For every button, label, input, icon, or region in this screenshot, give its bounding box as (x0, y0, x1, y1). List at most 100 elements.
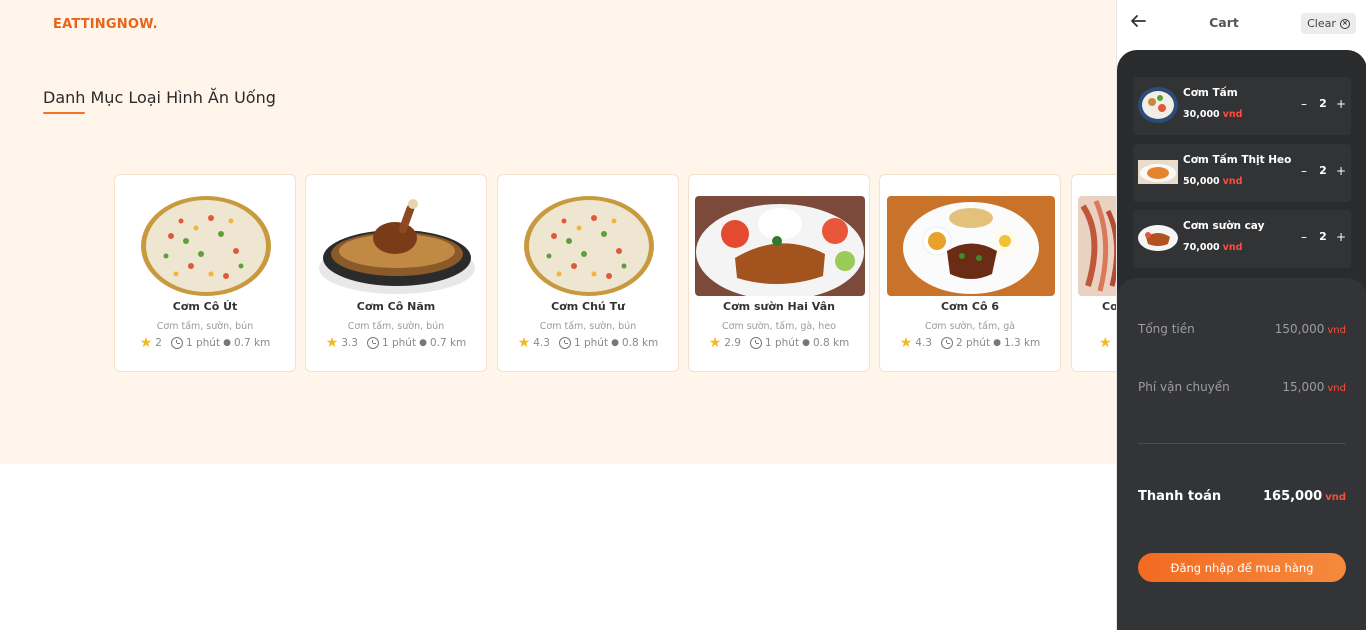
cart-item: Cơm sườn cay 70,000 vnd – 2 + (1133, 210, 1351, 268)
restaurant-card[interactable]: Cơm Cô Năm Cơm tấm, sườn, bún ★ 3.3 1 ph… (305, 174, 487, 372)
clock-icon (366, 337, 379, 349)
restaurant-name: Cơm Chú Tư (551, 300, 625, 313)
currency: vnd (1222, 176, 1243, 187)
cart-item-image (1137, 84, 1179, 126)
restaurant-meta: ★ 3.3 1 phút ● 0.7 km (306, 336, 486, 350)
cart-body: Cơm Tấm 30,000 vnd – 2 + Cơm Tấm Thịt Heo… (1117, 50, 1366, 630)
price-value: 50,000 (1183, 176, 1220, 187)
divider (1138, 443, 1346, 444)
clock-icon (749, 337, 762, 349)
restaurant-card[interactable]: Cơm Chú Tư Cơm tấm, sườn, bún ★ 4.3 1 ph… (497, 174, 679, 372)
title-underline (43, 112, 85, 114)
star-icon: ★ (325, 335, 339, 351)
restaurant-name: Cơm Cô Năm (356, 300, 436, 313)
cart-item-name: Cơm sườn cay (1183, 220, 1265, 232)
price-value: 30,000 (1183, 109, 1220, 120)
rating: 2 (155, 337, 162, 349)
cart-item-price: 70,000 vnd (1183, 242, 1242, 253)
close-circle-icon: × (1339, 18, 1350, 29)
currency: vnd (1327, 325, 1346, 336)
separator-dot: ● (993, 338, 1001, 348)
restaurant-name: Cơm Cô 6 (940, 300, 1000, 313)
rating: 3.3 (341, 337, 358, 349)
shipping-label: Phí vận chuyển (1138, 380, 1230, 394)
cart-item-price: 50,000 vnd (1183, 176, 1242, 187)
cart-item-name: Cơm Tấm Thịt Heo (1183, 154, 1292, 166)
food-image (695, 196, 865, 296)
increase-qty-button[interactable]: + (1335, 230, 1347, 244)
subtotal-row: Tổng tiền 150,000 vnd (1138, 322, 1346, 336)
separator-dot: ● (611, 338, 619, 348)
restaurant-card[interactable]: Cơm Cô 6 Cơm sườn, tấm, gà ★ 4.3 2 phút … (879, 174, 1061, 372)
currency: vnd (1222, 109, 1243, 120)
total-value: 165,000 vnd (1263, 489, 1346, 504)
quantity-value: 2 (1319, 230, 1327, 243)
currency: vnd (1327, 383, 1346, 394)
restaurant-desc: Cơm tấm, sườn, bún (347, 321, 445, 332)
subtotal-value: 150,000 vnd (1275, 322, 1346, 336)
increase-qty-button[interactable]: + (1335, 164, 1347, 178)
cart-panel: Cart Clear × Cơm Tấm 30,000 vnd – 2 + Cơm… (1116, 0, 1366, 630)
clear-cart-button[interactable]: Clear × (1301, 13, 1356, 34)
currency: vnd (1222, 242, 1243, 253)
logo[interactable]: EATTINGNOW. (53, 17, 158, 32)
clock-icon (940, 337, 953, 349)
food-image (1078, 196, 1116, 296)
total-label: Thanh toán (1138, 489, 1222, 504)
cart-summary: Tổng tiền 150,000 vnd Phí vận chuyển 15,0… (1117, 278, 1366, 630)
clock-icon (558, 337, 571, 349)
food-image (886, 196, 1056, 296)
food-image (121, 196, 291, 296)
separator-dot: ● (419, 338, 427, 348)
restaurant-desc: Cơm sườn, tấm, gà, heo (722, 321, 836, 332)
restaurant-card[interactable]: Cơm sườn Hai Vân Cơm sườn, tấm, gà, heo … (688, 174, 870, 372)
cart-item-image (1137, 217, 1179, 259)
star-icon: ★ (899, 335, 913, 351)
food-image (312, 196, 482, 296)
delivery-time: 1 phút (764, 337, 800, 349)
decrease-qty-button[interactable]: – (1299, 164, 1309, 178)
cart-item-price: 30,000 vnd (1183, 109, 1242, 120)
increase-qty-button[interactable]: + (1335, 97, 1347, 111)
restaurant-name: Cơ (1102, 300, 1116, 313)
restaurant-card[interactable]: Cơm Cô Út Cơm tấm, sườn, bún ★ 2 1 phút … (114, 174, 296, 372)
cart-title: Cart (1209, 15, 1239, 30)
star-icon: ★ (517, 335, 531, 351)
star-icon: ★ (139, 335, 153, 351)
distance: 0.8 km (621, 337, 659, 349)
shipping-amount: 15,000 (1282, 380, 1325, 394)
restaurant-meta: ★ 4.3 1 phút ● 0.8 km (498, 336, 678, 350)
delivery-time: 1 phút (573, 337, 609, 349)
distance: 0.8 km (812, 337, 850, 349)
shipping-row: Phí vận chuyển 15,000 vnd (1138, 380, 1346, 394)
decrease-qty-button[interactable]: – (1299, 230, 1309, 244)
separator-dot: ● (223, 338, 231, 348)
shipping-value: 15,000 vnd (1282, 380, 1346, 394)
distance: 0.7 km (233, 337, 271, 349)
currency: vnd (1325, 492, 1346, 503)
cart-item: Cơm Tấm 30,000 vnd – 2 + (1133, 77, 1351, 135)
cart-item-name: Cơm Tấm (1183, 87, 1238, 99)
section-title: Danh Mục Loại Hình Ăn Uống (43, 88, 276, 107)
restaurant-name: Cơm sườn Hai Vân (723, 300, 835, 313)
clear-label: Clear (1307, 17, 1336, 30)
restaurant-meta: ★ 2 1 phút ● 0.7 km (115, 336, 295, 350)
price-value: 70,000 (1183, 242, 1220, 253)
restaurant-name: Cơm Cô Út (172, 300, 238, 313)
star-icon: ★ (708, 335, 722, 351)
restaurant-meta: ★ (1072, 336, 1116, 350)
restaurant-meta: ★ 2.9 1 phút ● 0.8 km (689, 336, 869, 350)
restaurant-card[interactable]: Cơ ★ (1071, 174, 1116, 372)
quantity-value: 2 (1319, 164, 1327, 177)
rating: 2.9 (724, 337, 741, 349)
separator-dot: ● (802, 338, 810, 348)
restaurant-meta: ★ 4.3 2 phút ● 1.3 km (880, 336, 1060, 350)
restaurant-carousel: Cơm Cô Út Cơm tấm, sườn, bún ★ 2 1 phút … (114, 174, 1116, 374)
delivery-time: 1 phút (381, 337, 417, 349)
quantity-value: 2 (1319, 97, 1327, 110)
decrease-qty-button[interactable]: – (1299, 97, 1309, 111)
restaurant-desc: Cơm sườn, tấm, gà (924, 321, 1016, 332)
subtotal-label: Tổng tiền (1138, 322, 1195, 336)
login-to-buy-button[interactable]: Đăng nhập để mua hàng (1138, 553, 1346, 582)
delivery-time: 2 phút (955, 337, 991, 349)
